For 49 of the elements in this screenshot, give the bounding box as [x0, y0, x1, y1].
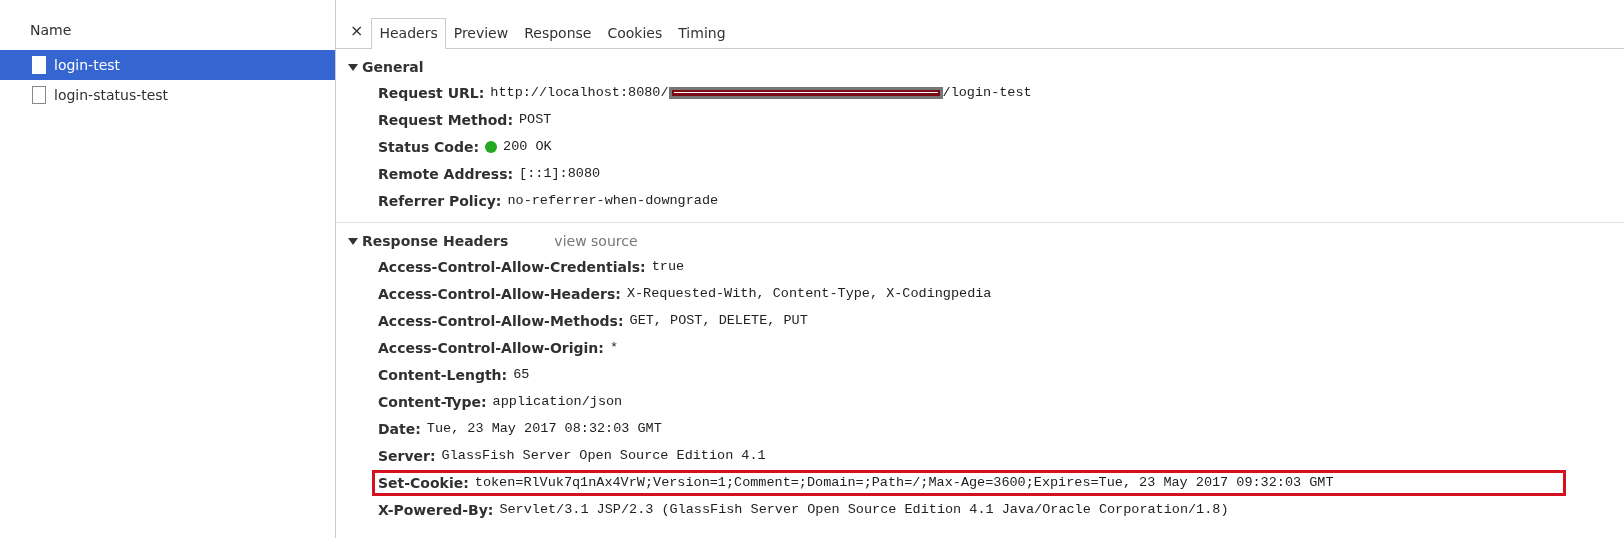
header-name: Date:	[378, 420, 421, 437]
header-value: no-referrer-when-downgrade	[507, 193, 719, 208]
header-value: token=RlVuk7q1nAx4VrW;Version=1;Comment=;Domain=;Path=/;Max-Age=3600;Expires=Tue, 23 May 2017 09:32:03 GMT	[474, 475, 1334, 490]
header-value: *	[609, 340, 618, 355]
header-name: X-Powered-By:	[378, 501, 494, 518]
request-name: login-test	[54, 57, 121, 73]
header-value: GET, POST, DELETE, PUT	[629, 313, 808, 328]
section-title: General	[362, 59, 424, 75]
header-value: /login-test	[942, 85, 1032, 100]
header-name: Access-Control-Allow-Credentials:	[378, 258, 646, 275]
triangle-icon[interactable]	[348, 62, 358, 72]
file-icon	[32, 56, 46, 74]
header-name: Access-Control-Allow-Methods:	[378, 312, 624, 329]
header-value: [::1]:8080	[519, 166, 601, 181]
header-name: Access-Control-Allow-Origin:	[378, 339, 604, 356]
tab[interactable]: Headers	[371, 18, 446, 49]
header-name: Status Code:	[378, 138, 480, 155]
close-button[interactable]: ×	[342, 21, 372, 48]
tab[interactable]: Preview	[445, 18, 517, 49]
header-value: true	[651, 259, 685, 274]
tab[interactable]: Response	[516, 18, 600, 49]
header-name: Content-Type:	[378, 393, 487, 410]
header-value: X-Requested-With, Content-Type, X-Codingpedia	[626, 286, 992, 301]
header-name: Referrer Policy:	[378, 192, 502, 209]
header-value: GlassFish Server Open Source Edition 4.1	[441, 448, 766, 463]
header-value: 65	[513, 367, 530, 382]
header-value: Servlet/3.1 JSP/2.3 (GlassFish Server Open Source Edition 4.1 Java/Oracle Corporation/1.8)	[499, 502, 1229, 517]
header-name: Access-Control-Allow-Headers:	[378, 285, 621, 302]
file-icon	[32, 86, 46, 104]
header-value: application/json	[492, 394, 623, 409]
header-name: Content-Length:	[378, 366, 508, 383]
request-item[interactable]: login-status-test	[0, 80, 335, 110]
header-name: Set-Cookie:	[378, 474, 469, 491]
tab[interactable]: Timing	[670, 18, 734, 49]
request-item[interactable]: login-test	[0, 50, 335, 80]
header-value: 200 OK	[503, 139, 552, 154]
header-name: Remote Address:	[378, 165, 514, 182]
header-name: Server:	[378, 447, 436, 464]
view-source-link[interactable]: view source	[554, 233, 638, 249]
header-value: http://localhost:8080/	[490, 85, 669, 100]
request-name: login-status-test	[54, 87, 169, 103]
triangle-icon[interactable]	[348, 236, 358, 246]
header-name: Request URL:	[378, 84, 485, 101]
header-value: Tue, 23 May 2017 08:32:03 GMT	[426, 421, 662, 436]
section-title: Response Headers	[362, 233, 509, 249]
header-value: POST	[519, 112, 552, 127]
header-name: Request Method:	[378, 111, 513, 128]
column-header[interactable]: Name	[0, 0, 335, 50]
tab[interactable]: Cookies	[599, 18, 671, 49]
